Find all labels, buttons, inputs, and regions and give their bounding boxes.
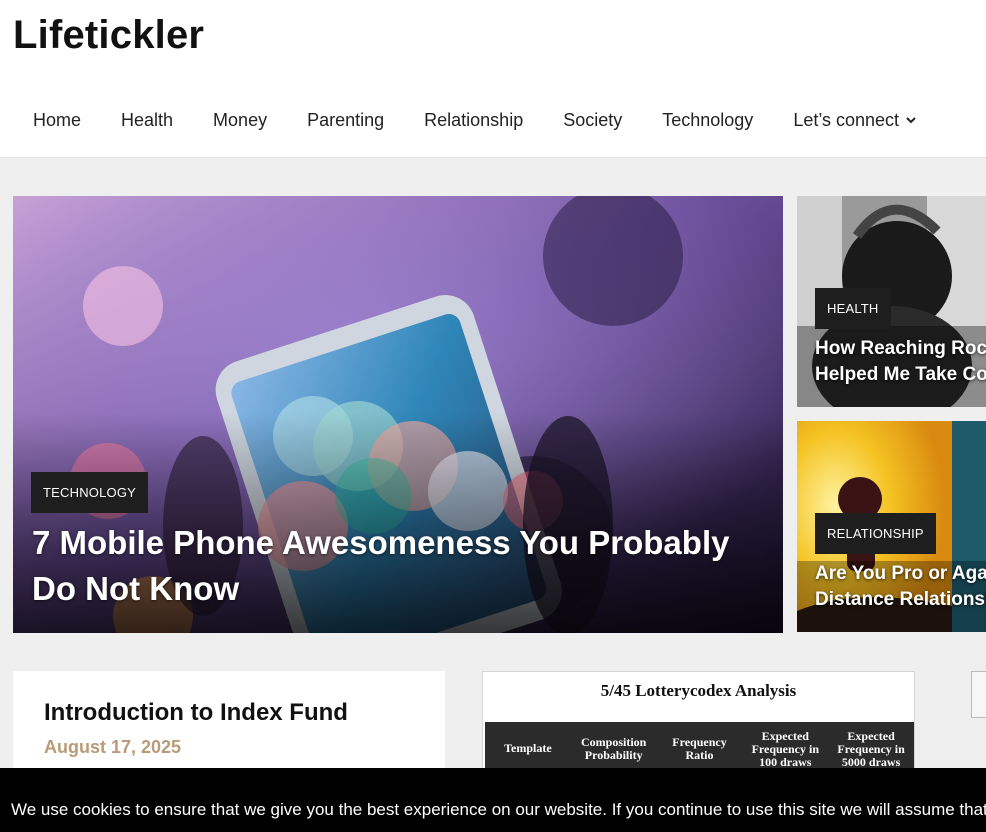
lotto-column-text: Expected xyxy=(847,729,895,743)
featured-post-title[interactable]: 7 Mobile Phone Awesomeness You Probably … xyxy=(32,520,772,612)
lotto-column-text: Frequency in xyxy=(837,742,905,756)
lotto-column-text: Expected xyxy=(761,729,809,743)
featured-post-title-line[interactable]: Are You Pro or Again xyxy=(815,561,986,587)
cookie-notice-bar: We use cookies to ensure that we give yo… xyxy=(0,768,986,832)
featured-post-title-line[interactable]: Helped Me Take Con xyxy=(815,362,986,388)
lotto-table-title: 5/45 Lotterycodex Analysis xyxy=(600,681,797,700)
nav-label: Let’s connect xyxy=(793,109,900,130)
category-badge[interactable]: HEALTH xyxy=(815,288,891,329)
site-title[interactable]: Lifetickler xyxy=(13,13,204,58)
lotto-column-text: Composition xyxy=(581,735,647,749)
post-date[interactable]: August 17, 2025 xyxy=(44,737,181,758)
lotto-column-text: Probability xyxy=(584,748,643,762)
site-header: Lifetickler Home Health Money Parenting … xyxy=(0,0,986,158)
nav-label: Relationship xyxy=(424,109,524,130)
featured-post-main[interactable]: TECHNOLOGY 7 Mobile Phone Awesomeness Yo… xyxy=(13,196,783,633)
lotto-column-text: Ratio xyxy=(685,748,714,762)
nav-item-home[interactable]: Home xyxy=(13,110,101,131)
lotto-column-text: Frequency in xyxy=(751,742,820,756)
nav-item-technology[interactable]: Technology xyxy=(642,110,773,131)
featured-post-side-1[interactable]: HEALTH How Reaching Rock Helped Me Take … xyxy=(797,196,986,407)
featured-post-side-2[interactable]: RELATIONSHIP Are You Pro or Again Distan… xyxy=(797,421,986,632)
nav-label: Home xyxy=(33,109,82,130)
post-title[interactable]: Introduction to Index Fund xyxy=(44,699,348,727)
lotto-column-text: Frequency xyxy=(672,735,727,749)
nav-item-parenting[interactable]: Parenting xyxy=(287,110,404,131)
nav-label: Money xyxy=(213,109,268,130)
category-badge[interactable]: TECHNOLOGY xyxy=(31,472,149,513)
category-badge[interactable]: RELATIONSHIP xyxy=(815,513,936,554)
nav-label: Health xyxy=(121,109,174,130)
nav-label: Parenting xyxy=(307,109,385,130)
nav-item-health[interactable]: Health xyxy=(101,110,193,131)
lotto-column-text: Template xyxy=(504,741,552,755)
nav-label: Society xyxy=(563,109,623,130)
lotto-column-text: 100 draws xyxy=(759,755,812,769)
nav-item-relationship[interactable]: Relationship xyxy=(404,110,543,131)
cookie-notice-text: We use cookies to ensure that we give yo… xyxy=(11,800,986,819)
partial-card[interactable] xyxy=(971,671,986,718)
featured-post-title-line[interactable]: Distance Relationshi xyxy=(815,587,986,613)
nav-item-money[interactable]: Money xyxy=(193,110,287,131)
chevron-down-icon xyxy=(906,117,916,124)
nav-label: Technology xyxy=(662,109,754,130)
lotto-column-text: 5000 draws xyxy=(841,755,901,769)
nav-item-society[interactable]: Society xyxy=(543,110,642,131)
main-nav: Home Health Money Parenting Relationship… xyxy=(13,98,937,142)
nav-item-lets-connect[interactable]: Let’s connect xyxy=(773,110,937,131)
featured-post-title-line[interactable]: How Reaching Rock xyxy=(815,336,986,362)
